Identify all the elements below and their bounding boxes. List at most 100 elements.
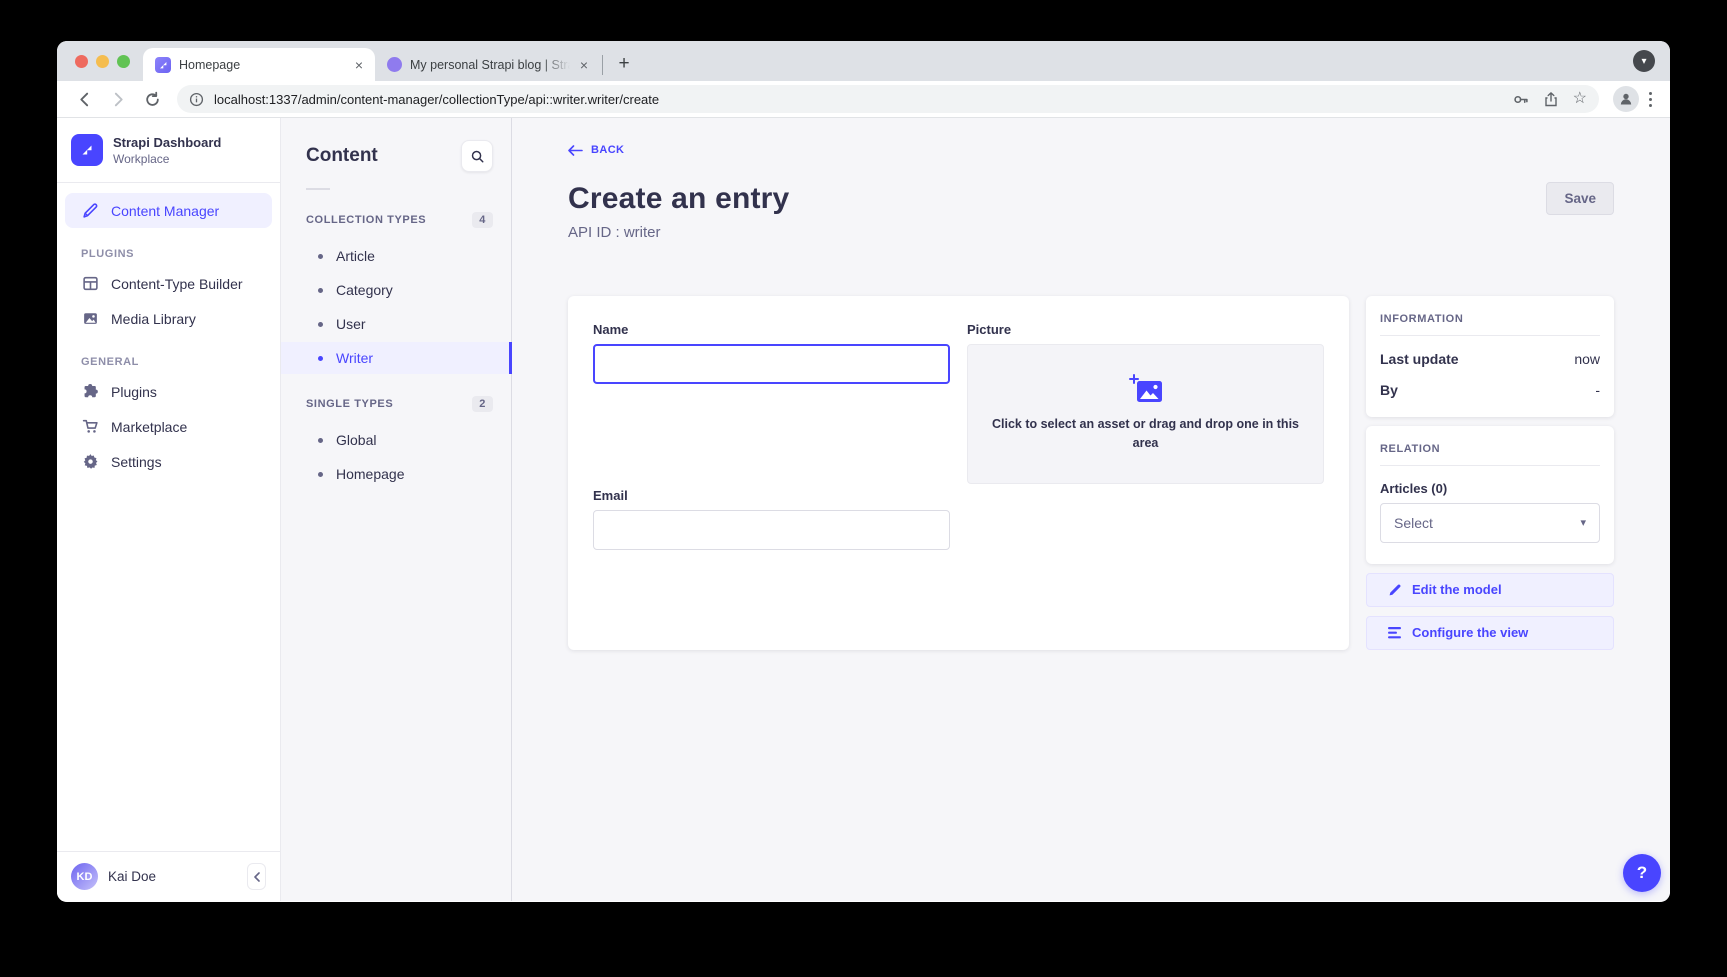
subnav-item-label: Category: [336, 282, 393, 298]
list-layout-icon: [1388, 627, 1402, 639]
new-tab-button[interactable]: +: [611, 51, 637, 77]
articles-select[interactable]: Select ▾: [1380, 503, 1600, 543]
subnav-item-label: User: [336, 316, 366, 332]
picture-dropzone[interactable]: Click to select an asset or drag and dro…: [967, 344, 1324, 484]
arrow-left-icon: [568, 145, 583, 156]
window-controls: [75, 55, 130, 68]
name-label: Name: [593, 322, 950, 337]
bullet-icon: [318, 356, 323, 361]
workspace-brand[interactable]: Strapi Dashboard Workplace: [57, 118, 280, 183]
address-bar[interactable]: localhost:1337/admin/content-manager/col…: [177, 85, 1599, 113]
collection-types-label: COLLECTION TYPES: [306, 214, 426, 226]
reload-button[interactable]: [138, 85, 166, 113]
sidebar-item-marketplace[interactable]: Marketplace: [57, 409, 280, 444]
cart-icon: [81, 418, 99, 435]
close-tab-icon[interactable]: ×: [578, 56, 590, 74]
user-name: Kai Doe: [108, 869, 156, 884]
zoom-window-button[interactable]: [117, 55, 130, 68]
single-types-label: SINGLE TYPES: [306, 398, 393, 410]
dropzone-text: Click to select an asset or drag and dro…: [991, 415, 1301, 453]
divider: [306, 188, 330, 190]
site-info-icon[interactable]: [189, 92, 204, 107]
chevron-down-icon: ▾: [1641, 56, 1646, 67]
share-icon[interactable]: [1543, 91, 1559, 108]
sidebar-item-content-type-builder[interactable]: Content-Type Builder: [57, 266, 280, 301]
sidebar-item-media-library[interactable]: Media Library: [57, 301, 280, 336]
name-field: Name: [593, 322, 950, 460]
subnav-item-article[interactable]: Article: [281, 240, 511, 272]
tab-blog[interactable]: My personal Strapi blog | Strap ×: [375, 48, 600, 81]
close-window-button[interactable]: [75, 55, 88, 68]
sidebar-section-label: GENERAL: [57, 336, 280, 374]
sidebar-item-settings[interactable]: Settings: [57, 444, 280, 479]
user-avatar[interactable]: KD: [71, 863, 98, 890]
sidebar-item-plugins[interactable]: Plugins: [57, 374, 280, 409]
minimize-window-button[interactable]: [96, 55, 109, 68]
search-icon: [470, 149, 485, 164]
main-sidebar: Strapi Dashboard Workplace Content Manag…: [57, 118, 281, 901]
tab-separator: [602, 55, 603, 75]
forward-button[interactable]: [104, 85, 132, 113]
articles-relation-label: Articles (0): [1380, 481, 1600, 496]
search-button[interactable]: [461, 140, 493, 172]
strapi-admin: Strapi Dashboard Workplace Content Manag…: [57, 118, 1670, 901]
layout-grid-icon: [81, 275, 99, 292]
browser-profile-button[interactable]: [1613, 86, 1639, 112]
subnav-item-writer[interactable]: Writer: [281, 342, 511, 374]
bullet-icon: [318, 322, 323, 327]
browser-menu-button[interactable]: [1649, 92, 1652, 107]
password-key-icon[interactable]: [1512, 91, 1529, 108]
email-label: Email: [593, 488, 950, 503]
configure-view-button[interactable]: Configure the view: [1366, 616, 1614, 650]
subnav-item-global[interactable]: Global: [281, 424, 511, 456]
email-input[interactable]: [593, 510, 950, 550]
information-title: INFORMATION: [1380, 313, 1600, 325]
tab-search-button[interactable]: ▾: [1633, 50, 1655, 72]
bookmark-star-icon[interactable]: ☆: [1573, 91, 1587, 107]
gear-icon: [81, 453, 99, 470]
tab-strip: Homepage × My personal Strapi blog | Str…: [57, 41, 1670, 81]
strapi-logo-icon: [71, 134, 103, 166]
side-panel: INFORMATION Last update now By - RELATIO…: [1366, 296, 1614, 650]
relation-card: RELATION Articles (0) Select ▾: [1366, 426, 1614, 564]
url-text[interactable]: localhost:1337/admin/content-manager/col…: [214, 92, 1502, 107]
bullet-icon: [318, 438, 323, 443]
subnav-item-user[interactable]: User: [281, 308, 511, 340]
sidebar-item-label: Content-Type Builder: [111, 276, 243, 292]
chevron-down-icon: ▾: [1580, 516, 1586, 529]
collection-types-count-badge: 4: [472, 212, 493, 228]
subnav-item-label: Global: [336, 432, 376, 448]
select-value: Select: [1394, 515, 1433, 531]
subnav-item-label: Writer: [336, 350, 373, 366]
page-title: Create an entry: [568, 182, 789, 216]
subnav-item-label: Homepage: [336, 466, 405, 482]
sidebar-item-label: Media Library: [111, 311, 196, 327]
picture-field: Picture Click to select an asset or drag…: [967, 322, 1324, 626]
sidebar-item-content-manager[interactable]: Content Manager: [65, 193, 272, 228]
tab-title: Homepage: [179, 58, 345, 72]
edit-model-button[interactable]: Edit the model: [1366, 573, 1614, 607]
blog-favicon-icon: [387, 57, 402, 72]
relation-title: RELATION: [1380, 443, 1600, 455]
subnav-item-homepage[interactable]: Homepage: [281, 458, 511, 490]
browser-window: Homepage × My personal Strapi blog | Str…: [57, 41, 1670, 902]
sidebar-item-label: Content Manager: [111, 203, 219, 219]
subnav-item-category[interactable]: Category: [281, 274, 511, 306]
close-tab-icon[interactable]: ×: [353, 56, 365, 74]
collapse-sidebar-button[interactable]: [247, 863, 266, 890]
sidebar-section-label: PLUGINS: [57, 228, 280, 266]
picture-plus-icon: [1129, 374, 1163, 403]
pen-icon: [81, 202, 99, 219]
name-input[interactable]: [593, 344, 950, 384]
tab-homepage[interactable]: Homepage ×: [143, 48, 375, 81]
info-row-by: By -: [1380, 382, 1600, 398]
help-button[interactable]: ?: [1623, 854, 1661, 892]
back-link[interactable]: BACK: [568, 144, 624, 156]
browser-toolbar: localhost:1337/admin/content-manager/col…: [57, 81, 1670, 118]
save-button[interactable]: Save: [1546, 182, 1614, 215]
back-button[interactable]: [70, 85, 98, 113]
api-id-subtitle: API ID : writer: [568, 224, 789, 241]
bullet-icon: [318, 472, 323, 477]
image-icon: [81, 310, 99, 327]
pencil-icon: [1388, 583, 1402, 597]
